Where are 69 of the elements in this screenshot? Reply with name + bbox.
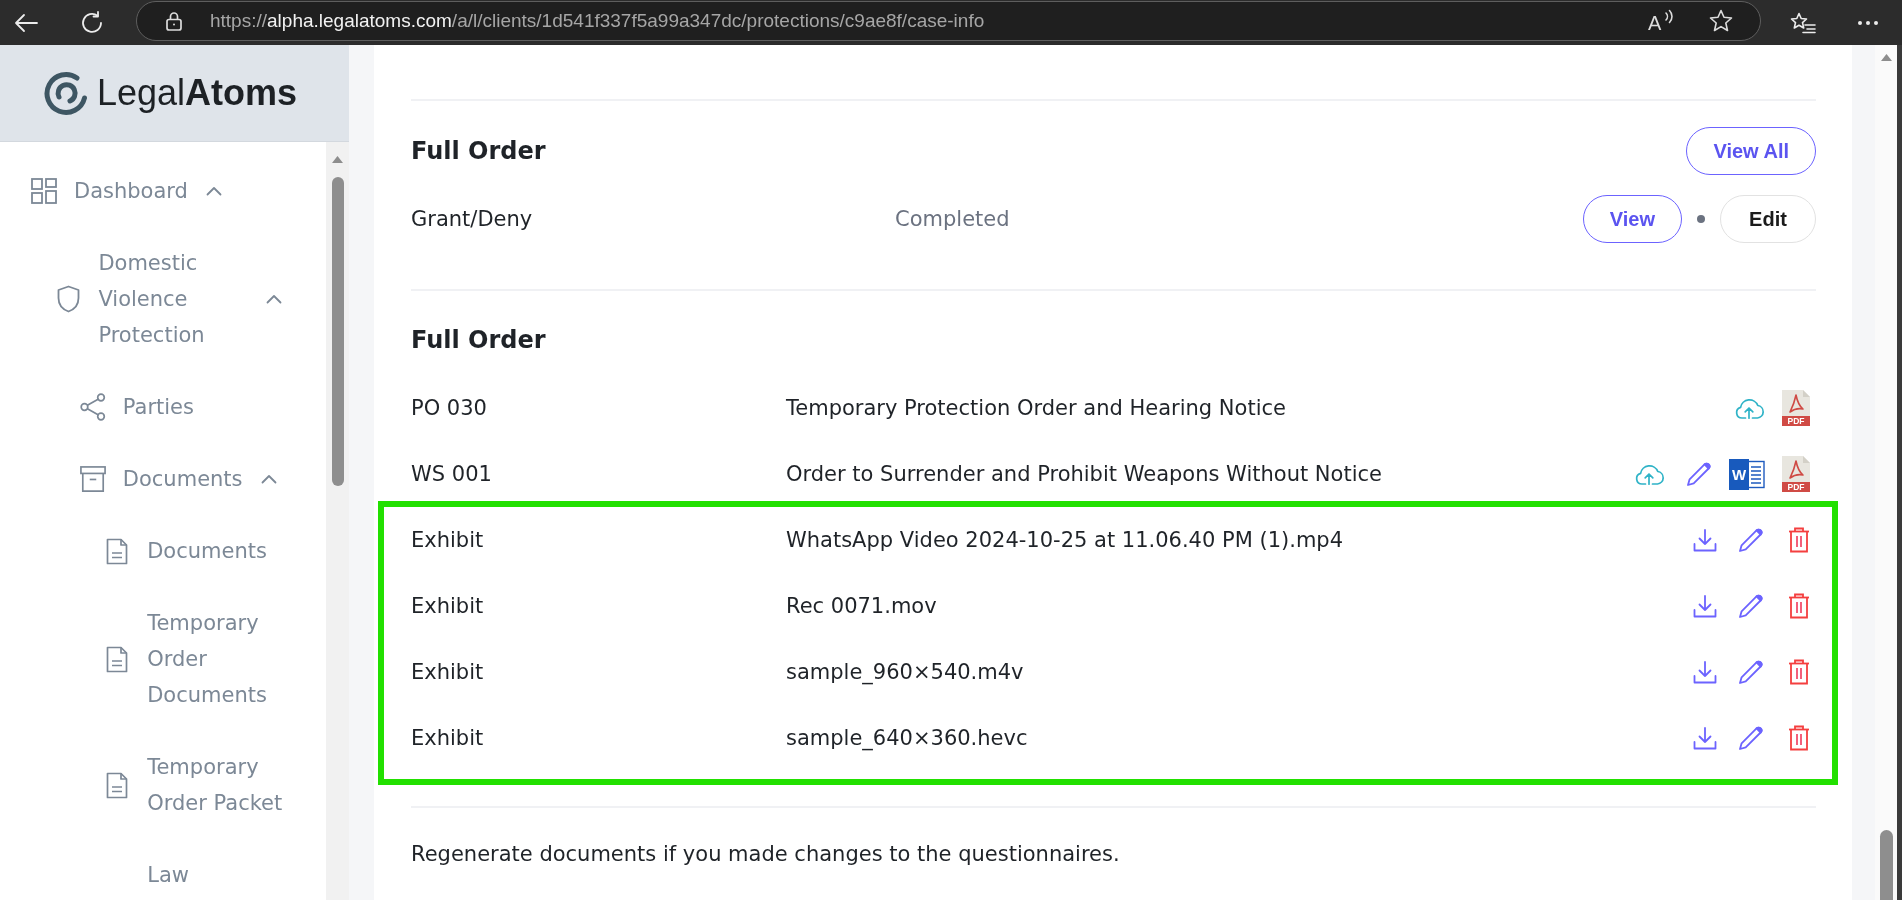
scrollbar-thumb[interactable] [1879, 830, 1893, 900]
document-name: Rec 0071.mov [786, 594, 937, 618]
task-status: Completed [895, 207, 1010, 231]
task-name: Grant/Deny [411, 207, 533, 231]
chevron-icon[interactable] [266, 294, 283, 304]
scroll-up-icon[interactable] [1880, 54, 1892, 61]
document-icon [106, 771, 129, 799]
address-bar[interactable]: https://alpha.legalatoms.com/a/l/clients/1d541f337f5a99a347dc/protections/c9ae8f/case-info A [136, 0, 1761, 41]
pencil-icon[interactable] [1738, 593, 1764, 619]
pencil-icon[interactable] [1686, 461, 1712, 487]
archive-box-icon [79, 465, 106, 493]
star-icon[interactable] [1709, 9, 1733, 32]
more-options-icon[interactable] [1857, 19, 1879, 26]
download-icon[interactable] [1693, 726, 1717, 750]
document-name: Order to Surrender and Prohibit Weapons Without Notice [786, 462, 1382, 486]
document-name: sample_640×360.hevc [786, 726, 1028, 750]
pdf-file-icon[interactable]: PDF [1782, 390, 1810, 426]
trash-icon[interactable] [1788, 527, 1810, 553]
document-type: WS 001 [411, 462, 492, 486]
logo-icon [43, 70, 89, 116]
action-button[interactable]: View [1582, 195, 1682, 243]
document-name: Temporary Protection Order and Hearing Notice [786, 396, 1286, 420]
pencil-icon[interactable] [1738, 659, 1764, 685]
chevron-icon[interactable] [205, 186, 222, 196]
scroll-up-icon[interactable] [332, 156, 343, 163]
bullet-icon [1697, 215, 1705, 223]
pencil-icon[interactable] [1738, 527, 1764, 553]
trash-icon[interactable] [1788, 725, 1810, 751]
action-button[interactable]: Edit [1720, 195, 1816, 243]
download-icon[interactable] [1693, 528, 1717, 552]
favorites-icon[interactable] [1790, 11, 1816, 34]
brand-name[interactable]: LegalAtoms [97, 71, 298, 115]
back-arrow-icon[interactable] [14, 12, 38, 33]
sidebar-item[interactable]: Documents [147, 533, 267, 569]
document-name: sample_960×540.m4v [786, 660, 1024, 684]
view-all-button[interactable]: View All [1686, 127, 1816, 175]
cloud-upload-icon[interactable] [1633, 463, 1665, 485]
regenerate-hint: Regenerate documents if you made changes to the questionnaires. [411, 841, 1120, 867]
section-heading: Full Order [411, 136, 546, 166]
section-heading: Full Order [411, 325, 546, 355]
share-icon [79, 393, 106, 421]
pdf-file-icon[interactable]: PDF [1782, 456, 1810, 492]
sidebar-item[interactable]: Temporary Order Packet [147, 749, 298, 821]
download-icon[interactable] [1693, 594, 1717, 618]
document-name: WhatsApp Video 2024-10-25 at 11.06.40 PM (1).mp4 [786, 528, 1344, 552]
download-icon[interactable] [1693, 660, 1717, 684]
trash-icon[interactable] [1788, 593, 1810, 619]
cloud-upload-icon[interactable] [1733, 397, 1765, 419]
sidebar-item[interactable]: Parties [122, 389, 194, 425]
sidebar-item[interactable]: Dashboard [74, 173, 188, 209]
shield-icon [56, 285, 80, 313]
document-icon [106, 537, 129, 565]
pencil-icon[interactable] [1738, 725, 1764, 751]
chevron-icon[interactable] [260, 474, 277, 484]
refresh-icon[interactable] [80, 10, 104, 35]
sidebar-item[interactable]: Temporary Order Documents [147, 605, 298, 713]
trash-icon[interactable] [1788, 659, 1810, 685]
grid-icon [31, 178, 57, 204]
sidebar-item[interactable]: Domestic Violence Protection [98, 245, 249, 353]
scrollbar-thumb[interactable] [331, 177, 344, 486]
document-type: PO 030 [411, 396, 487, 420]
sidebar-item[interactable]: Law [147, 857, 189, 893]
document-type: Exhibit [411, 660, 484, 684]
sidebar-item[interactable]: Documents [122, 461, 243, 497]
document-icon [106, 645, 129, 673]
lock-icon[interactable] [166, 10, 182, 31]
document-type: Exhibit [411, 528, 484, 552]
document-type: Exhibit [411, 726, 484, 750]
document-type: Exhibit [411, 594, 484, 618]
